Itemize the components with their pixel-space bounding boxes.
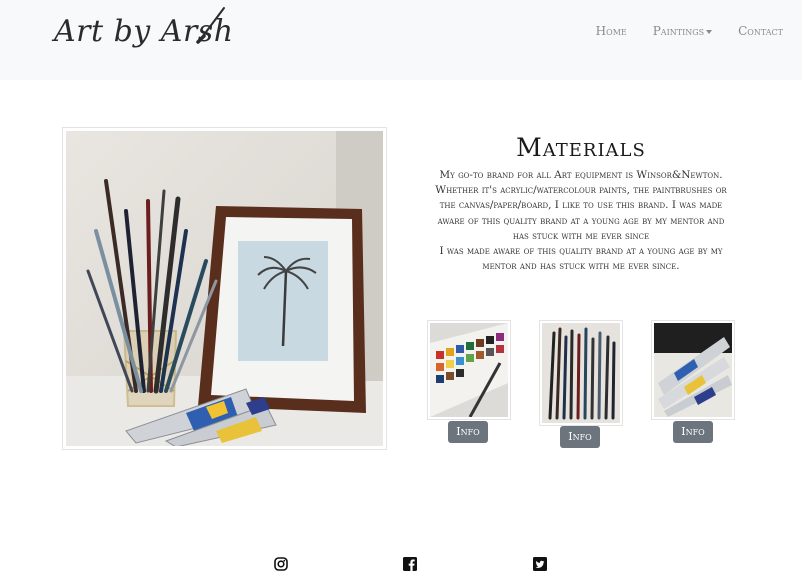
paintbrush-icon [196,7,225,44]
section-title: Materials [516,133,646,162]
nav-home[interactable]: Home [583,24,640,38]
nav-paintings-dropdown[interactable]: Paintings [640,24,725,38]
description-line: aware of this quality brand at a young a… [437,214,725,227]
nav-menu: Home Paintings Contact [583,24,796,38]
section-description: My go-to brand for all Art equipment is … [410,168,752,274]
info-button-label: Info [681,425,705,438]
info-button-label: Info [456,425,480,438]
info-button-label: Info [568,430,592,443]
description-line: the canvas/paper/board, I like to use th… [439,199,723,212]
nav-contact[interactable]: Contact [725,24,796,38]
instagram-icon[interactable] [274,556,288,571]
info-button-3[interactable]: Info [673,421,713,443]
twitter-icon[interactable] [533,556,547,571]
brand-logo[interactable]: Art by Arsh [52,4,233,56]
nav-paintings-label: Paintings [652,24,705,38]
thumbnail-watercolour-palette[interactable] [427,320,511,420]
nav-home-label: Home [595,24,627,38]
info-button-2[interactable]: Info [560,426,600,448]
navbar: Art by Arsh Home Paintings Contact [0,0,802,80]
facebook-icon[interactable] [403,556,417,571]
materials-photo-image [66,131,383,446]
materials-photo [62,127,387,450]
caret-down-icon [706,29,713,34]
thumbnail-paintbrushes[interactable] [539,320,623,426]
description-line: My go-to brand for all Art equipment is … [439,169,723,181]
description-line: Whether it's acrylic/watercolour paints,… [435,184,727,197]
description-line: I was made aware of this quality brand a… [439,245,723,258]
nav-contact-label: Contact [738,24,783,38]
watercolour-palette-image [430,323,508,417]
paint-tubes-image [654,323,732,417]
description-line: has stuck with me ever since [512,229,650,242]
paintbrushes-image [542,323,620,423]
thumbnail-paint-tubes[interactable] [651,320,735,420]
info-button-1[interactable]: Info [448,421,488,443]
description-line: mentor and has stuck with me ever since. [482,260,680,273]
